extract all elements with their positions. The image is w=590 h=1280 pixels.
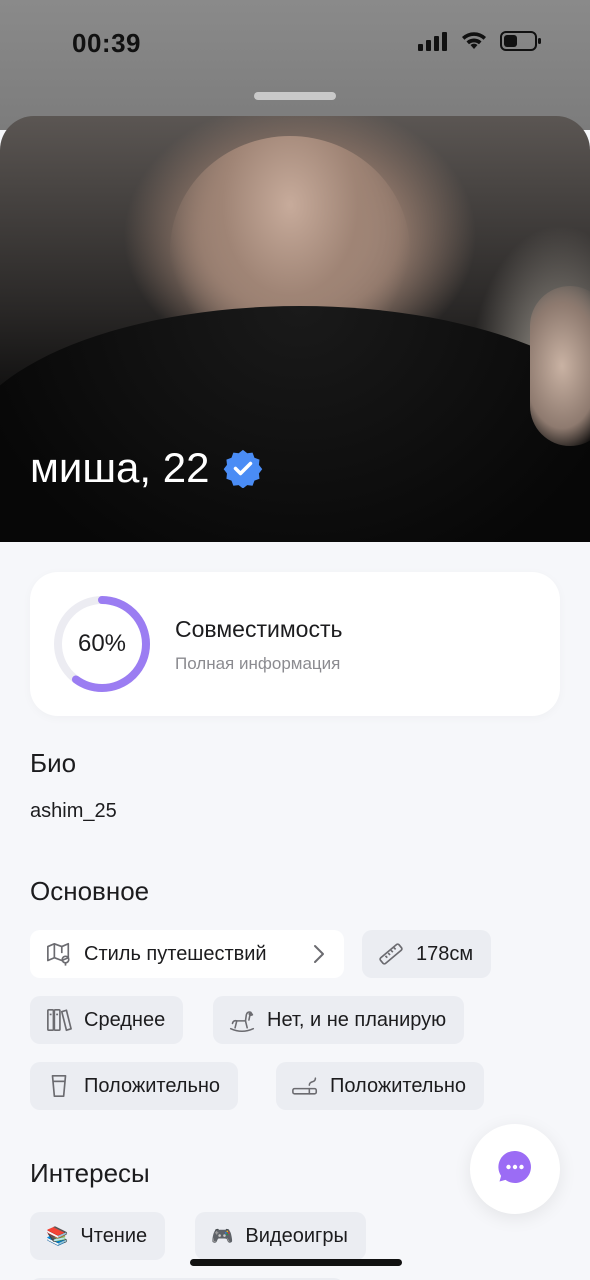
- chip-height[interactable]: 178см: [362, 930, 492, 978]
- profile-photo[interactable]: миша, 22: [0, 116, 590, 542]
- compatibility-title: Совместимость: [175, 616, 343, 642]
- basics-title: Основное: [30, 876, 150, 906]
- chevron-right-icon: [312, 943, 326, 965]
- chip-label: Положительно: [84, 1074, 221, 1097]
- chip-label: Положительно: [330, 1074, 467, 1097]
- status-time: 00:39: [72, 28, 141, 58]
- battery-icon: [500, 30, 542, 57]
- map-pin-icon: [46, 941, 72, 967]
- gamepad-emoji-icon: 🎮: [211, 1225, 234, 1246]
- chip-label: Чтение: [80, 1224, 148, 1247]
- chip-label: Видеоигры: [245, 1224, 348, 1247]
- books-emoji-icon: 📚: [46, 1225, 69, 1246]
- rocking-horse-icon: [229, 1007, 255, 1033]
- chip-label: Стиль путешествий: [84, 942, 267, 965]
- compatibility-percent: 60%: [77, 630, 127, 657]
- chip-label: 178см: [416, 942, 474, 965]
- profile-name: миша, 22: [30, 444, 210, 491]
- home-indicator[interactable]: [190, 1259, 402, 1266]
- chip-interest-videogames[interactable]: 🎮 Видеоигры: [195, 1212, 366, 1260]
- chip-children[interactable]: Нет, и не планирую: [213, 996, 465, 1044]
- profile-name-row: миша, 22: [30, 444, 263, 492]
- books-icon: [46, 1007, 72, 1033]
- bio-text: ashim_25: [30, 800, 117, 822]
- interests-title: Интересы: [30, 1158, 150, 1188]
- compatibility-details-link[interactable]: Полная информация: [175, 654, 340, 674]
- verified-badge-icon: [223, 448, 263, 489]
- sheet-grabber[interactable]: [254, 92, 336, 100]
- ruler-icon: [378, 941, 404, 967]
- chip-label: Среднее: [84, 1008, 166, 1031]
- bio-title: Био: [30, 748, 77, 778]
- chat-bubble-icon: [496, 1148, 534, 1191]
- signal-icon: [418, 31, 448, 56]
- chip-interest-reading[interactable]: 📚 Чтение: [30, 1212, 166, 1260]
- compatibility-card[interactable]: 60% Совместимость Полная информация: [30, 572, 560, 716]
- cigarette-icon: [292, 1073, 318, 1099]
- chip-label: Нет, и не планирую: [267, 1008, 447, 1031]
- chip-alcohol[interactable]: Положительно: [30, 1062, 239, 1110]
- glass-icon: [46, 1073, 72, 1099]
- chip-education[interactable]: Среднее: [30, 996, 184, 1044]
- chip-smoking[interactable]: Положительно: [276, 1062, 485, 1110]
- profile-screen: 00:39 миша, 22 60% Совместимость Полная …: [0, 0, 590, 1280]
- status-bar: 00:39: [0, 0, 590, 90]
- chat-button[interactable]: [470, 1124, 560, 1214]
- chip-travel-style[interactable]: Стиль путешествий: [30, 930, 344, 978]
- wifi-icon: [460, 31, 488, 56]
